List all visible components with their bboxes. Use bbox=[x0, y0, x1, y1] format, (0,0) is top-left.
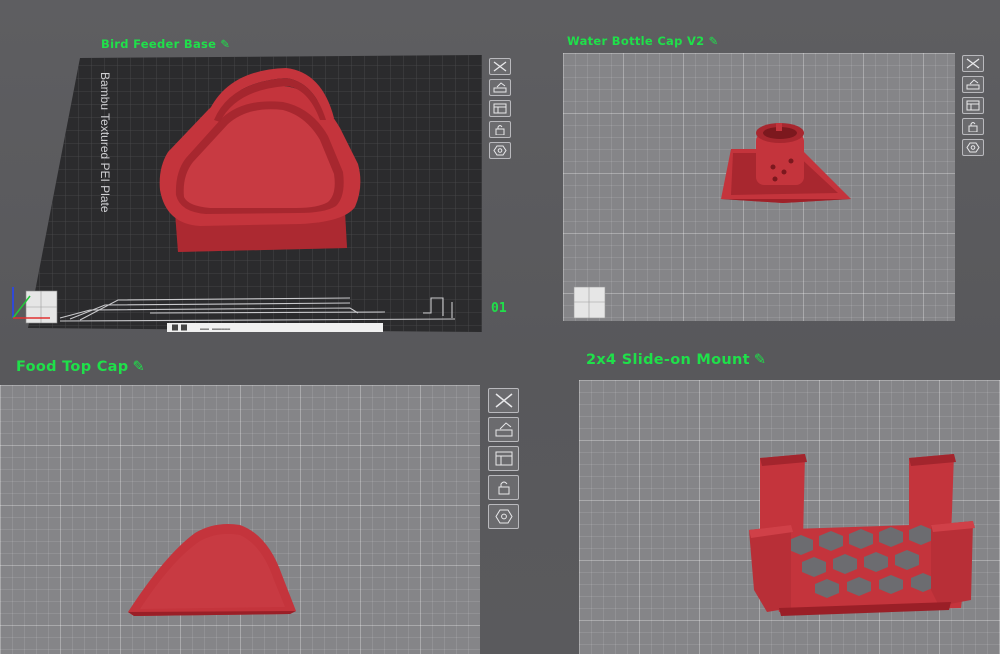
edit-pencil-icon[interactable]: ✎ bbox=[708, 34, 718, 48]
plate-title-3[interactable]: Food Top Cap ✎ bbox=[16, 359, 145, 375]
close-icon bbox=[495, 393, 512, 408]
close-icon bbox=[493, 61, 507, 72]
plate-settings-button[interactable] bbox=[489, 142, 511, 159]
plate-settings-button[interactable] bbox=[962, 139, 984, 156]
close-plate-button[interactable] bbox=[488, 388, 519, 413]
arrange-icon bbox=[495, 451, 512, 466]
lock-icon bbox=[495, 125, 505, 135]
plate-3-overlay bbox=[128, 524, 296, 616]
settings-icon bbox=[494, 509, 513, 524]
auto-orient-button[interactable] bbox=[962, 76, 984, 93]
model-2x4-slide-on-mount[interactable] bbox=[749, 454, 975, 616]
plate-bed-1[interactable]: ▬▬▬ ▬▬▬▬▬▬ bbox=[0, 48, 520, 348]
edit-pencil-icon[interactable]: ✎ bbox=[132, 359, 144, 375]
settings-icon bbox=[493, 145, 507, 156]
plate-toolbar-1 bbox=[489, 58, 511, 159]
plate-toolbar-3 bbox=[488, 388, 519, 529]
svg-text:▬▬▬ ▬▬▬▬▬▬: ▬▬▬ ▬▬▬▬▬▬ bbox=[200, 327, 230, 333]
lock-plate-button[interactable] bbox=[489, 121, 511, 138]
arrange-button[interactable] bbox=[962, 97, 984, 114]
close-icon bbox=[966, 58, 980, 69]
auto-orient-icon bbox=[493, 82, 507, 93]
model-food-top-cap[interactable] bbox=[128, 524, 296, 616]
close-plate-button[interactable] bbox=[489, 58, 511, 75]
auto-orient-button[interactable] bbox=[488, 417, 519, 442]
lock-icon bbox=[968, 122, 978, 132]
settings-icon bbox=[966, 142, 980, 153]
plate-title-4[interactable]: 2x4 Slide-on Mount ✎ bbox=[586, 352, 766, 368]
plate-4-overlay bbox=[749, 454, 975, 616]
bed-type-label: Bambu Textured PEI Plate bbox=[98, 72, 112, 213]
arrange-icon bbox=[493, 103, 507, 114]
arrange-icon bbox=[966, 100, 980, 111]
lock-plate-button[interactable] bbox=[488, 475, 519, 500]
auto-orient-button[interactable] bbox=[489, 79, 511, 96]
plate-toolbar-2 bbox=[962, 55, 984, 156]
plate-title-2[interactable]: Water Bottle Cap V2 ✎ bbox=[567, 34, 718, 48]
lock-icon bbox=[498, 481, 509, 495]
edit-pencil-icon[interactable]: ✎ bbox=[754, 352, 766, 368]
close-plate-button[interactable] bbox=[962, 55, 984, 72]
plate-settings-button[interactable] bbox=[488, 504, 519, 529]
plate-number: 01 bbox=[491, 301, 507, 316]
arrange-button[interactable] bbox=[489, 100, 511, 117]
plate-corner-badge bbox=[573, 286, 606, 319]
auto-orient-icon bbox=[966, 79, 980, 90]
arrange-button[interactable] bbox=[488, 446, 519, 471]
auto-orient-icon bbox=[495, 422, 512, 437]
lock-plate-button[interactable] bbox=[962, 118, 984, 135]
plate-2-overlay bbox=[573, 123, 851, 319]
model-water-bottle-cap[interactable] bbox=[721, 123, 851, 203]
